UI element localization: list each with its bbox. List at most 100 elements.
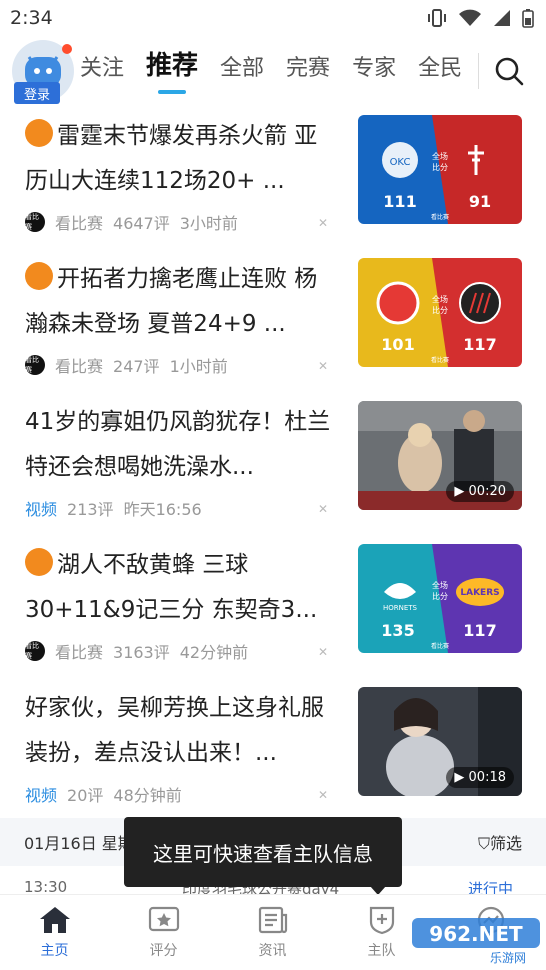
nav-news[interactable]: 资讯 bbox=[218, 895, 327, 970]
tab-experts[interactable]: 专家 bbox=[352, 50, 396, 96]
feed-item-time: 42分钟前 bbox=[179, 643, 249, 662]
tab-bar: 关注 推荐 全部 完赛 专家 全民 bbox=[80, 46, 462, 96]
basketball-icon bbox=[25, 548, 53, 576]
svg-text:LAKERS: LAKERS bbox=[460, 588, 499, 598]
home-icon bbox=[39, 907, 70, 933]
guide-tooltip: 这里可快速查看主队信息 bbox=[124, 817, 402, 887]
news-feed: 雷霆末节爆发再杀火箭 亚历山大连续112场20+ ... 看比赛 看比赛 464… bbox=[0, 110, 546, 825]
feed-item-thumbnail[interactable]: ▶ 00:20 bbox=[358, 401, 522, 510]
feed-item[interactable]: 湖人不敌黄蜂 三球30+11&9记三分 东契奇3... 看比赛 看比赛 3163… bbox=[0, 539, 546, 682]
basketball-icon bbox=[25, 119, 53, 147]
dismiss-icon[interactable]: ✕ bbox=[318, 645, 328, 659]
svg-text:全场: 全场 bbox=[432, 151, 448, 161]
feed-item-meta: 看比赛 看比赛 4647评 3小时前 bbox=[25, 210, 238, 234]
search-button[interactable] bbox=[493, 55, 525, 87]
feed-item-meta: 看比赛 看比赛 247评 1小时前 bbox=[25, 353, 228, 377]
login-avatar[interactable]: 登录 bbox=[12, 40, 74, 104]
feed-item-title[interactable]: 好家伙，吴柳芳换上这身礼服装扮，差点没认出来！... bbox=[25, 686, 340, 776]
svg-text:全场: 全场 bbox=[432, 294, 448, 304]
video-duration: ▶ 00:18 bbox=[446, 767, 514, 788]
feed-item-comments: 213评 bbox=[67, 500, 114, 519]
score-card-graphic: HORNETS LAKERS 全场 比分 135 117 看比赛 bbox=[358, 544, 522, 653]
feed-item-meta: 视频 213评 昨天16:56 bbox=[25, 496, 202, 520]
feed-item[interactable]: 好家伙，吴柳芳换上这身礼服装扮，差点没认出来！... 视频 20评 48分钟前 … bbox=[0, 682, 546, 825]
left-score: 135 bbox=[381, 621, 414, 640]
svg-text:比分: 比分 bbox=[432, 591, 448, 601]
feed-item-source: 看比赛 bbox=[55, 214, 104, 233]
search-icon bbox=[495, 57, 524, 86]
right-score: 117 bbox=[463, 621, 496, 640]
feed-item-thumbnail[interactable]: OKC 全场 比分 111 91 看比赛 bbox=[358, 115, 522, 224]
feed-item-time: 48分钟前 bbox=[113, 786, 182, 805]
feed-item-comments: 3163评 bbox=[113, 643, 170, 662]
news-icon bbox=[258, 906, 287, 934]
filter-button[interactable]: ⛉筛选 bbox=[478, 830, 522, 854]
status-bar: 2:34 bbox=[0, 0, 546, 36]
feed-item-title[interactable]: 开拓者力擒老鹰止连败 杨瀚森未登场 夏普24+9 ... bbox=[25, 257, 340, 347]
feed-item[interactable]: 雷霆末节爆发再杀火箭 亚历山大连续112场20+ ... 看比赛 看比赛 464… bbox=[0, 110, 546, 253]
feed-item-meta: 视频 20评 48分钟前 bbox=[25, 782, 182, 806]
feed-item-source: 视频 bbox=[25, 786, 58, 805]
feed-item-source: 视频 bbox=[25, 500, 58, 519]
dismiss-icon[interactable]: ✕ bbox=[318, 502, 328, 516]
basketball-icon bbox=[25, 262, 53, 290]
svg-text:乐游网: 乐游网 bbox=[490, 951, 526, 965]
team-icon bbox=[369, 906, 394, 935]
feed-item-time: 1小时前 bbox=[169, 357, 228, 376]
notification-dot bbox=[62, 44, 72, 54]
feed-item-meta: 看比赛 看比赛 3163评 42分钟前 bbox=[25, 639, 248, 663]
svg-text:全场: 全场 bbox=[432, 580, 448, 590]
dismiss-icon[interactable]: ✕ bbox=[318, 216, 328, 230]
svg-text:HORNETS: HORNETS bbox=[383, 604, 418, 612]
nav-divider bbox=[478, 53, 480, 89]
filter-icon: ⛉ bbox=[477, 834, 490, 853]
feed-item-comments: 247评 bbox=[113, 357, 160, 376]
svg-text:看比赛: 看比赛 bbox=[431, 642, 449, 650]
tab-finished[interactable]: 完赛 bbox=[286, 50, 330, 96]
tab-recommended[interactable]: 推荐 bbox=[146, 45, 198, 96]
nav-home[interactable]: 主页 bbox=[0, 895, 109, 970]
feed-item[interactable]: 开拓者力擒老鹰止连败 杨瀚森未登场 夏普24+9 ... 看比赛 看比赛 247… bbox=[0, 253, 546, 396]
feed-item-title[interactable]: 雷霆末节爆发再杀火箭 亚历山大连续112场20+ ... bbox=[25, 114, 340, 204]
svg-text:962.NET: 962.NET bbox=[429, 922, 523, 946]
feed-item-thumbnail[interactable]: ▶ 00:18 bbox=[358, 687, 522, 796]
svg-text:OKC: OKC bbox=[390, 157, 411, 168]
feed-item-thumbnail[interactable]: 全场 比分 101 117 看比赛 bbox=[358, 258, 522, 367]
feed-item-thumbnail[interactable]: HORNETS LAKERS 全场 比分 135 117 看比赛 bbox=[358, 544, 522, 653]
feed-item-comments: 4647评 bbox=[113, 214, 170, 233]
feed-item-title[interactable]: 41岁的寡姐仍风韵犹存！杜兰特还会想喝她洗澡水... bbox=[25, 400, 340, 490]
rating-icon bbox=[148, 906, 179, 932]
left-score: 111 bbox=[383, 192, 416, 211]
right-score: 91 bbox=[469, 192, 491, 211]
source-logo-icon: 看比赛 bbox=[25, 641, 45, 661]
login-label[interactable]: 登录 bbox=[14, 82, 60, 104]
feed-item-title[interactable]: 湖人不敌黄蜂 三球30+11&9记三分 东契奇3... bbox=[25, 543, 340, 633]
source-logo-icon: 看比赛 bbox=[25, 212, 45, 232]
feed-item-time: 昨天16:56 bbox=[123, 500, 202, 519]
tab-all[interactable]: 全部 bbox=[220, 50, 264, 96]
tab-everyone[interactable]: 全民 bbox=[418, 50, 462, 96]
svg-text:比分: 比分 bbox=[432, 305, 448, 315]
wifi-icon bbox=[459, 9, 481, 26]
nav-rating[interactable]: 评分 bbox=[109, 895, 218, 970]
feed-item-comments: 20评 bbox=[67, 786, 104, 805]
svg-text:比分: 比分 bbox=[432, 162, 448, 172]
vibrate-icon bbox=[428, 9, 446, 27]
play-icon: ▶ bbox=[454, 484, 465, 499]
feed-item[interactable]: 41岁的寡姐仍风韵犹存！杜兰特还会想喝她洗澡水... 视频 213评 昨天16:… bbox=[0, 396, 546, 539]
dismiss-icon[interactable]: ✕ bbox=[318, 359, 328, 373]
top-nav: 登录 关注 推荐 全部 完赛 专家 全民 bbox=[0, 36, 546, 106]
signal-icon bbox=[494, 10, 510, 26]
play-icon: ▶ bbox=[454, 770, 465, 785]
svg-text:看比赛: 看比赛 bbox=[431, 356, 449, 364]
feed-item-time: 3小时前 bbox=[179, 214, 238, 233]
video-duration: ▶ 00:20 bbox=[446, 481, 514, 502]
status-icons bbox=[426, 8, 534, 28]
tab-following[interactable]: 关注 bbox=[80, 50, 124, 96]
feed-item-source: 看比赛 bbox=[55, 643, 104, 662]
battery-icon bbox=[522, 9, 534, 28]
source-logo-icon: 看比赛 bbox=[25, 355, 45, 375]
watermark-logo: 962.NET 乐游网 bbox=[412, 918, 540, 965]
svg-text:看比赛: 看比赛 bbox=[431, 213, 449, 221]
dismiss-icon[interactable]: ✕ bbox=[318, 788, 328, 802]
